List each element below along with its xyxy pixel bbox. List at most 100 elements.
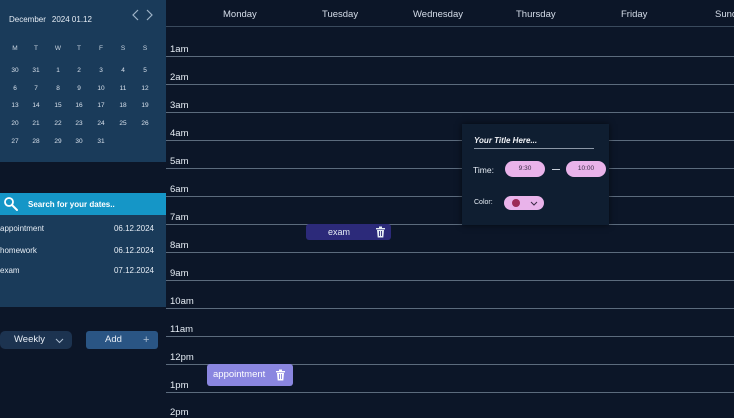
hour-label: 7am bbox=[170, 212, 189, 223]
view-select[interactable]: Weekly bbox=[0, 331, 72, 349]
day-header-sunday: Sunday bbox=[715, 9, 734, 20]
calendar-day[interactable]: 6 bbox=[5, 83, 25, 95]
hour-label: 8am bbox=[170, 240, 189, 251]
hour-divider bbox=[166, 168, 734, 169]
hour-label: 9am bbox=[170, 268, 189, 279]
hour-label: 6am bbox=[170, 184, 189, 195]
calendar-day[interactable]: 28 bbox=[26, 136, 46, 148]
calendar-day[interactable]: 26 bbox=[135, 118, 155, 130]
hour-divider bbox=[166, 84, 734, 85]
calendar-day[interactable]: 24 bbox=[91, 118, 111, 130]
hour-label: 2pm bbox=[170, 407, 189, 418]
event-title: appointment bbox=[213, 369, 266, 380]
week-grid: Monday Tuesday Wednesday Thursday Friday… bbox=[166, 0, 734, 418]
calendar-day[interactable]: 29 bbox=[48, 136, 68, 148]
add-button-label: Add bbox=[105, 334, 122, 345]
list-item[interactable]: exam 07.12.2024 bbox=[0, 262, 166, 280]
hour-divider bbox=[166, 196, 734, 197]
calendar-day[interactable]: 30 bbox=[69, 136, 89, 148]
calendar-event-exam[interactable]: exam bbox=[306, 224, 391, 240]
calendar-day[interactable]: 4 bbox=[113, 65, 133, 77]
mini-calendar: December 2024 01.12 M T W T F S S 30 31 1… bbox=[0, 0, 166, 162]
calendar-day[interactable]: 11 bbox=[113, 83, 133, 95]
calendar-day[interactable]: 22 bbox=[48, 118, 68, 130]
calendar-day[interactable]: 14 bbox=[26, 100, 46, 112]
event-date: 06.12.2024 bbox=[113, 224, 154, 233]
calendar-week-row: 6 7 8 9 10 11 12 bbox=[0, 83, 166, 95]
hour-label: 1pm bbox=[170, 380, 189, 391]
weekday-label: T bbox=[77, 45, 81, 52]
plus-icon: + bbox=[143, 334, 150, 346]
trash-icon[interactable] bbox=[275, 369, 286, 381]
calendar-day[interactable]: 13 bbox=[5, 100, 25, 112]
day-header-monday: Monday bbox=[223, 9, 257, 20]
calendar-day[interactable]: 10 bbox=[91, 83, 111, 95]
weekday-row: M T W T F S S bbox=[0, 43, 166, 55]
calendar-day[interactable]: 16 bbox=[69, 100, 89, 112]
hour-divider bbox=[166, 112, 734, 113]
view-select-value: Weekly bbox=[14, 334, 45, 345]
trash-icon[interactable] bbox=[375, 226, 386, 238]
hour-label: 12pm bbox=[170, 352, 194, 363]
hour-divider bbox=[166, 224, 734, 225]
event-title: exam bbox=[328, 227, 351, 237]
hour-divider bbox=[166, 308, 734, 309]
calendar-day[interactable]: 30 bbox=[5, 65, 25, 77]
chevron-left-icon bbox=[132, 9, 139, 21]
event-name: exam bbox=[0, 266, 20, 275]
hour-divider bbox=[166, 336, 734, 337]
chevron-down-icon bbox=[530, 201, 538, 206]
calendar-day[interactable]: 5 bbox=[135, 65, 155, 77]
calendar-day[interactable]: 8 bbox=[48, 83, 68, 95]
calendar-day[interactable]: 19 bbox=[135, 100, 155, 112]
calendar-day[interactable]: 17 bbox=[91, 100, 111, 112]
search-icon bbox=[4, 197, 18, 211]
weekday-label: S bbox=[142, 45, 148, 52]
calendar-day[interactable]: 31 bbox=[26, 65, 46, 77]
day-header-wednesday: Wednesday bbox=[413, 9, 463, 20]
start-time-picker[interactable]: 9:30 bbox=[505, 161, 545, 177]
calendar-week-row: 13 14 15 16 17 18 19 bbox=[0, 100, 166, 112]
calendar-day[interactable]: 15 bbox=[48, 100, 68, 112]
time-separator bbox=[552, 169, 560, 170]
hour-label: 3am bbox=[170, 100, 189, 111]
calendar-day[interactable]: 1 bbox=[48, 65, 68, 77]
event-date: 07.12.2024 bbox=[113, 266, 154, 275]
calendar-day[interactable]: 7 bbox=[26, 83, 46, 95]
hour-label: 1am bbox=[170, 44, 189, 55]
calendar-day[interactable]: 2 bbox=[69, 65, 89, 77]
end-time-picker[interactable]: 10:00 bbox=[566, 161, 606, 177]
chevron-down-icon bbox=[55, 338, 64, 344]
calendar-day[interactable]: 31 bbox=[91, 136, 111, 148]
next-month-button[interactable] bbox=[143, 9, 155, 23]
calendar-day[interactable]: 20 bbox=[5, 118, 25, 130]
calendar-day[interactable]: 3 bbox=[91, 65, 111, 77]
calendar-day[interactable]: 9 bbox=[69, 83, 89, 95]
mini-calendar-month: December bbox=[9, 15, 46, 24]
calendar-day[interactable]: 18 bbox=[113, 100, 133, 112]
hour-divider bbox=[166, 140, 734, 141]
search-input[interactable] bbox=[28, 196, 160, 212]
chevron-right-icon bbox=[146, 9, 153, 21]
calendar-day[interactable]: 23 bbox=[69, 118, 89, 130]
event-name: homework bbox=[0, 246, 37, 255]
add-button[interactable]: Add + bbox=[86, 331, 158, 349]
calendar-day[interactable]: 27 bbox=[5, 136, 25, 148]
prev-month-button[interactable] bbox=[130, 9, 142, 23]
list-item[interactable]: appointment 06.12.2024 bbox=[0, 220, 166, 238]
calendar-day[interactable]: 21 bbox=[26, 118, 46, 130]
list-item[interactable]: homework 06.12.2024 bbox=[0, 242, 166, 260]
hour-label: 11am bbox=[170, 324, 194, 335]
time-label: Time: bbox=[473, 165, 494, 175]
color-select[interactable] bbox=[504, 196, 544, 210]
calendar-day[interactable]: 25 bbox=[113, 118, 133, 130]
hour-divider bbox=[166, 280, 734, 281]
event-date: 06.12.2024 bbox=[113, 246, 154, 255]
day-header-thursday: Thursday bbox=[516, 9, 556, 20]
calendar-day[interactable]: 12 bbox=[135, 83, 155, 95]
calendar-event-appointment[interactable]: appointment bbox=[207, 364, 293, 386]
events-list: appointment 06.12.2024 homework 06.12.20… bbox=[0, 215, 166, 307]
event-title-input[interactable] bbox=[474, 132, 594, 149]
hour-divider bbox=[166, 252, 734, 253]
color-swatch bbox=[512, 199, 520, 207]
